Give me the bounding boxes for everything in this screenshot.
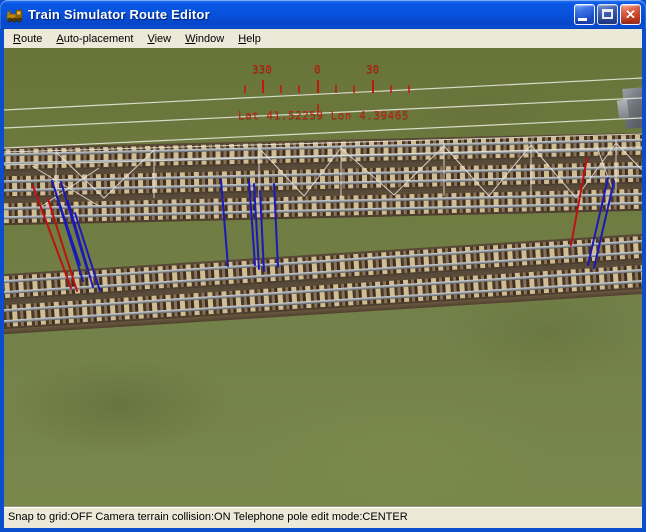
menu-item-route[interactable]: Route [6, 31, 49, 47]
compass-ticks [245, 80, 409, 112]
maximize-button[interactable] [597, 4, 618, 25]
maximize-icon [602, 9, 613, 19]
minimize-button[interactable] [574, 4, 595, 25]
menu-item-help[interactable]: Help [231, 31, 268, 47]
track-band-lower [4, 233, 642, 335]
menu-item-auto-placement[interactable]: Auto-placement [49, 31, 140, 47]
window-title: Train Simulator Route Editor [28, 7, 210, 22]
menu-bar: Route Auto-placement View Window Help [4, 29, 642, 48]
minimize-icon [578, 18, 587, 21]
compass-label-0: 0 [314, 63, 321, 76]
distant-building [616, 84, 642, 128]
menu-item-view[interactable]: View [140, 31, 178, 47]
compass-label-330: 330 [252, 63, 272, 76]
track-band-upper [4, 132, 642, 225]
title-bar[interactable]: Train Simulator Route Editor ✕ [0, 0, 646, 29]
lat-lon-readout: Lat 41.52259 Lon 4.39465 [238, 109, 409, 122]
window-controls: ✕ [574, 4, 641, 25]
close-icon: ✕ [621, 5, 640, 24]
viewport-3d[interactable]: 330 0 30 Lat 41.52259 Lon 4.39465 [4, 48, 642, 506]
close-button[interactable]: ✕ [620, 4, 641, 25]
menu-item-window[interactable]: Window [178, 31, 231, 47]
compass-label-30: 30 [366, 63, 379, 76]
status-bar: Snap to grid:OFF Camera terrain collisio… [4, 506, 642, 528]
status-text: Snap to grid:OFF Camera terrain collisio… [8, 511, 408, 523]
steam-train-icon [6, 7, 24, 23]
window-frame: Train Simulator Route Editor ✕ Route Aut… [0, 0, 646, 532]
